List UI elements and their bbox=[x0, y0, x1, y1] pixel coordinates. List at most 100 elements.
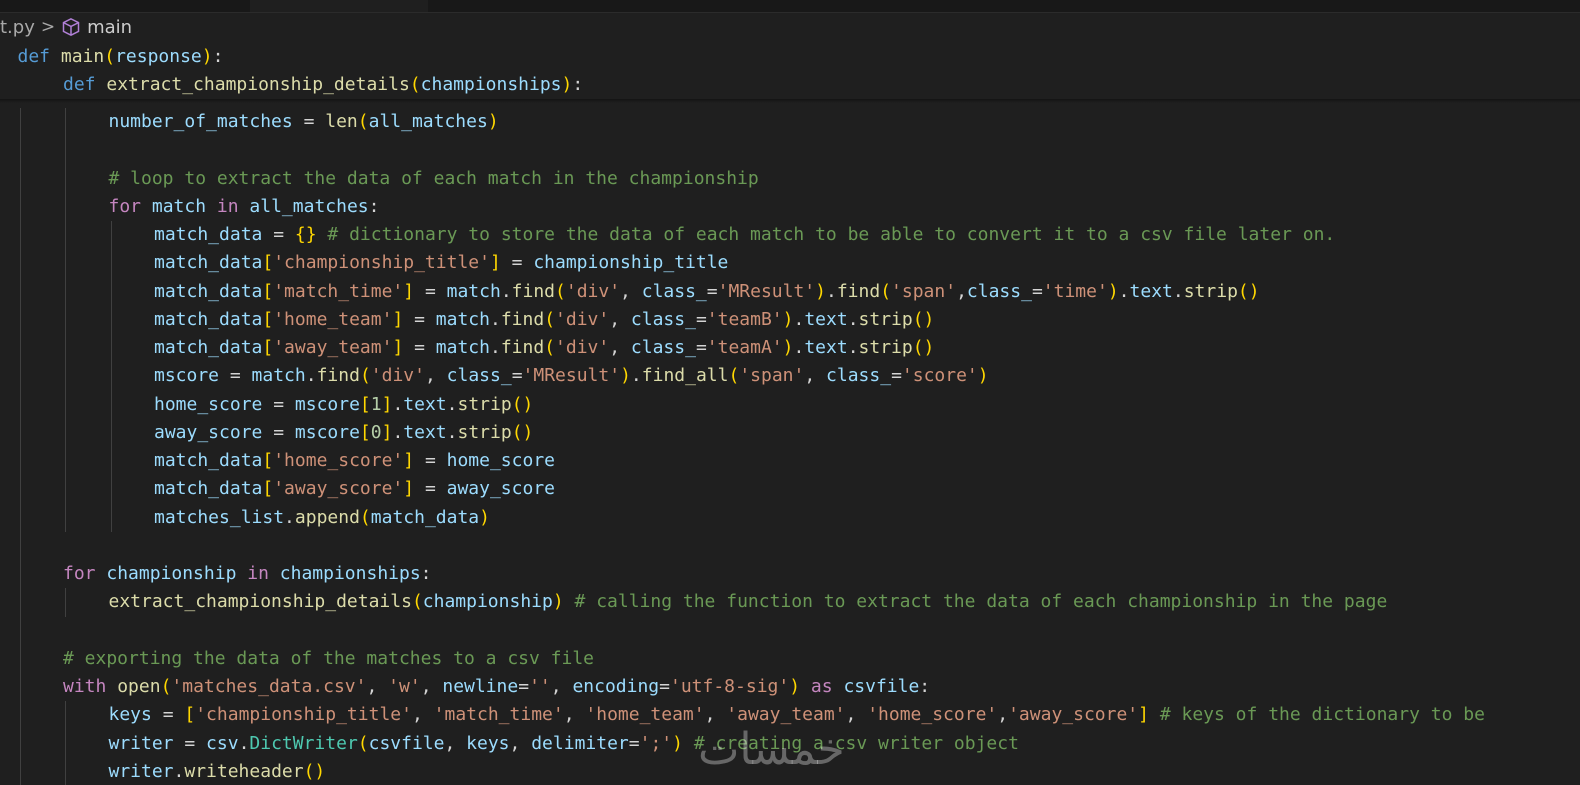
code-line[interactable]: with open('matches_data.csv', 'w', newli… bbox=[63, 673, 930, 701]
code-token: = bbox=[659, 676, 670, 697]
code-token: , bbox=[609, 308, 631, 330]
code-token: main bbox=[60, 46, 105, 67]
code-token: match_data bbox=[370, 506, 480, 528]
code-line[interactable]: def main(response): bbox=[18, 43, 224, 71]
code-token: text bbox=[403, 421, 447, 443]
breadcrumb-file[interactable]: t.py bbox=[0, 17, 35, 38]
code-token: 'championship_title' bbox=[195, 704, 412, 726]
code-line[interactable]: # exporting the data of the matches to a… bbox=[63, 645, 594, 673]
code-token: ) bbox=[552, 591, 564, 613]
code-line[interactable]: match_data['match_time'] = match.find('d… bbox=[154, 278, 1260, 306]
code-line[interactable]: extract_championship_details(championshi… bbox=[109, 588, 1388, 616]
code-token: = bbox=[414, 450, 447, 471]
code-token: () bbox=[511, 421, 534, 443]
code-token: find_all bbox=[641, 365, 729, 387]
code-token: match_data bbox=[154, 280, 263, 302]
code-line[interactable]: number_of_matches = len(all_matches) bbox=[109, 108, 499, 136]
code-token: () bbox=[511, 393, 534, 415]
code-token: () bbox=[1237, 280, 1260, 302]
code-token: 'teamA' bbox=[706, 337, 783, 358]
code-token: def bbox=[63, 74, 96, 96]
code-token: : bbox=[919, 676, 931, 697]
code-token: 'w' bbox=[388, 676, 421, 697]
code-token: as bbox=[810, 676, 833, 697]
code-line[interactable]: def extract_championship_details(champio… bbox=[63, 71, 583, 99]
code-token: . bbox=[1172, 280, 1184, 302]
code-line[interactable]: # loop to extract the data of each match… bbox=[109, 165, 759, 193]
code-line[interactable]: match_data['home_score'] = home_score bbox=[154, 447, 555, 475]
code-line[interactable]: match_data = {} # dictionary to store th… bbox=[154, 221, 1335, 249]
code-token: ) bbox=[782, 308, 794, 330]
code-token: home_score bbox=[154, 393, 263, 415]
editor-tab[interactable] bbox=[250, 0, 428, 12]
code-token: 'home_score' bbox=[273, 450, 404, 471]
code-token: = bbox=[414, 478, 447, 500]
code-token: all_matches bbox=[368, 111, 488, 132]
code-token: for bbox=[108, 195, 142, 217]
code-line[interactable]: mscore = match.find('div', class_='MResu… bbox=[154, 362, 989, 390]
code-token: = bbox=[262, 393, 295, 415]
code-token: 'div' bbox=[555, 337, 610, 358]
code-token: writer bbox=[108, 760, 174, 782]
code-token: [ bbox=[262, 308, 274, 330]
code-token: ( bbox=[544, 337, 556, 358]
code-token: keys bbox=[466, 732, 510, 754]
code-line[interactable]: match_data['championship_title'] = champ… bbox=[154, 249, 728, 277]
code-token: ( bbox=[411, 591, 423, 613]
sticky-scroll-shadow bbox=[0, 99, 1580, 103]
code-token: . bbox=[284, 506, 295, 528]
code-line[interactable]: match_data['home_team'] = match.find('di… bbox=[154, 306, 934, 334]
code-token: . bbox=[489, 337, 501, 358]
code-line[interactable]: away_score = mscore[0].text.strip() bbox=[154, 419, 533, 447]
code-token: ) bbox=[789, 676, 801, 697]
code-token: away_score bbox=[154, 421, 263, 443]
code-token: championships bbox=[279, 563, 421, 584]
code-line[interactable]: matches_list.append(match_data) bbox=[154, 504, 490, 532]
code-token: = bbox=[262, 421, 295, 443]
code-token: 'home_team' bbox=[273, 308, 393, 330]
code-token: ] bbox=[392, 308, 404, 330]
code-line[interactable]: for match in all_matches: bbox=[109, 193, 380, 221]
code-token: . bbox=[446, 393, 458, 415]
code-line[interactable]: writer = csv.DictWriter(csvfile, keys, d… bbox=[109, 730, 1019, 758]
code-token: ) bbox=[620, 365, 631, 387]
code-token: ( bbox=[160, 676, 172, 697]
code-token: 'championship_title' bbox=[273, 252, 490, 274]
code-token: ( bbox=[359, 506, 371, 528]
code-line[interactable]: writer.writeheader() bbox=[109, 758, 326, 785]
code-token: DictWriter bbox=[249, 732, 358, 754]
code-token: . bbox=[793, 337, 805, 358]
code-token: ) bbox=[782, 337, 794, 358]
code-token: 'match_time' bbox=[273, 280, 404, 302]
code-line[interactable]: for championship in championships: bbox=[63, 560, 432, 588]
code-token: . bbox=[500, 280, 512, 302]
code-token: csvfile bbox=[843, 676, 920, 697]
code-token: = bbox=[628, 732, 640, 754]
code-token: 'match_time' bbox=[433, 704, 564, 726]
code-token: home_score bbox=[446, 450, 555, 471]
code-token: 0 bbox=[370, 421, 382, 443]
code-token: csvfile bbox=[368, 732, 445, 754]
indent-guide bbox=[65, 701, 66, 785]
code-line[interactable]: home_score = mscore[1].text.strip() bbox=[154, 391, 533, 419]
code-token: , bbox=[804, 365, 827, 387]
code-line[interactable]: match_data['away_team'] = match.find('di… bbox=[154, 334, 934, 362]
code-token: 'home_team' bbox=[585, 704, 705, 726]
code-token: find bbox=[500, 308, 545, 330]
code-token: # keys of the dictionary to be bbox=[1159, 704, 1485, 726]
code-token: , bbox=[620, 280, 642, 302]
code-token: . bbox=[392, 393, 404, 415]
code-token: championship_title bbox=[533, 252, 729, 274]
symbol-method-icon bbox=[62, 18, 80, 36]
code-token: , bbox=[997, 704, 1009, 726]
breadcrumb-symbol[interactable]: main bbox=[87, 17, 132, 38]
code-token: ] bbox=[1138, 704, 1149, 726]
code-line[interactable]: match_data['away_score'] = away_score bbox=[154, 475, 555, 503]
code-token: 'away_team' bbox=[273, 337, 393, 358]
code-token: ( bbox=[357, 732, 369, 754]
